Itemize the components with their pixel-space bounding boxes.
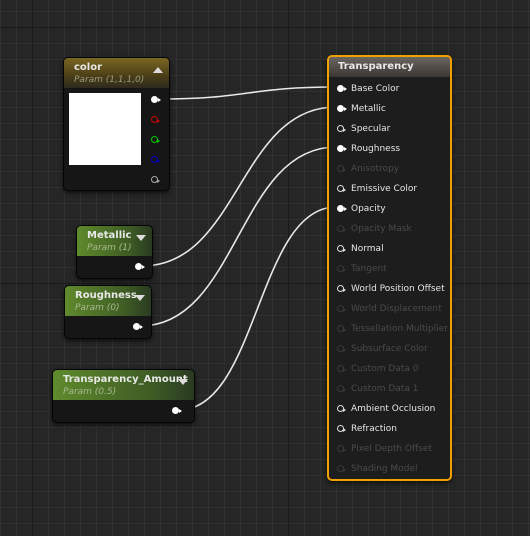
output-pin-icon[interactable] xyxy=(172,407,182,414)
color-preview xyxy=(69,93,141,165)
input-pin-icon[interactable] xyxy=(337,445,346,452)
expand-arrow-icon[interactable] xyxy=(136,235,146,241)
output-pin-icon[interactable] xyxy=(133,323,143,330)
input-pin-icon[interactable] xyxy=(337,145,347,152)
input-pin-label: Refraction xyxy=(351,424,397,434)
input-pin-icon[interactable] xyxy=(337,325,346,332)
node-subtitle: Param (1) xyxy=(87,243,132,253)
expand-arrow-icon[interactable] xyxy=(135,295,145,301)
input-pin-label: Opacity Mask xyxy=(351,224,412,234)
input-pin-icon[interactable] xyxy=(337,165,346,172)
node-header: Metallic Param (1) xyxy=(77,226,152,256)
node-subtitle: Param (0.5) xyxy=(63,387,117,397)
input-pin-icon[interactable] xyxy=(337,385,346,392)
input-pin-label: Custom Data 1 xyxy=(351,384,419,394)
input-pin-icon[interactable] xyxy=(337,125,346,132)
node-title: Metallic xyxy=(87,230,132,241)
output-pin-r-icon[interactable] xyxy=(151,116,160,123)
input-pin-label: World Position Offset xyxy=(351,284,445,294)
input-pin-label: Normal xyxy=(351,244,384,254)
input-pin-label: Subsurface Color xyxy=(351,344,428,354)
input-pin-icon[interactable] xyxy=(337,265,346,272)
input-pin-label: Roughness xyxy=(351,144,401,154)
node-title: Roughness xyxy=(75,290,137,301)
input-pin-label: Tessellation Multiplier xyxy=(351,324,448,334)
node-header: Transparency_Amount Param (0.5) xyxy=(53,370,194,400)
input-pin-label: Pixel Depth Offset xyxy=(351,444,432,454)
input-pin-icon[interactable] xyxy=(337,245,346,252)
wire-color[interactable] xyxy=(159,86,337,100)
node-subtitle: Param (1,1,1,0) xyxy=(74,75,145,85)
input-pin-label: Shading Model xyxy=(351,464,418,474)
input-pin-label: Anisotropy xyxy=(351,164,400,174)
node-header: color Param (1,1,1,0) xyxy=(64,58,169,88)
input-pin-icon[interactable] xyxy=(337,345,346,352)
input-pin-icon[interactable] xyxy=(337,465,346,472)
color-param-node[interactable]: color Param (1,1,1,0) xyxy=(63,57,170,191)
output-pin-icon[interactable] xyxy=(135,263,145,270)
output-pin-a-icon[interactable] xyxy=(151,176,160,183)
expand-arrow-icon[interactable] xyxy=(178,379,188,385)
node-title: color xyxy=(74,62,103,73)
input-pin-icon[interactable] xyxy=(337,85,347,92)
input-pin-icon[interactable] xyxy=(337,305,346,312)
input-pin-icon[interactable] xyxy=(337,365,346,372)
output-pin-b-icon[interactable] xyxy=(151,156,160,163)
wire-metallic[interactable] xyxy=(141,106,337,267)
input-pin-label: World Displacement xyxy=(351,304,442,314)
node-header: Roughness Param (0) xyxy=(65,286,151,316)
input-pin-icon[interactable] xyxy=(337,105,347,112)
node-header: Transparency xyxy=(329,57,450,77)
node-title: Transparency xyxy=(338,61,414,72)
input-pin-icon[interactable] xyxy=(337,405,346,412)
node-subtitle: Param (0) xyxy=(75,303,120,313)
transparency-amount-param-node[interactable]: Transparency_Amount Param (0.5) xyxy=(52,369,195,423)
input-pin-icon[interactable] xyxy=(337,185,346,192)
input-pin-label: Specular xyxy=(351,124,391,134)
roughness-param-node[interactable]: Roughness Param (0) xyxy=(64,285,152,339)
collapse-arrow-icon[interactable] xyxy=(153,67,163,73)
output-pin-g-icon[interactable] xyxy=(151,136,160,143)
material-output-node[interactable]: Transparency Base Color Metallic Specular R… xyxy=(327,55,452,481)
input-pin-label: Opacity xyxy=(351,204,386,214)
metallic-param-node[interactable]: Metallic Param (1) xyxy=(76,225,153,279)
input-pin-icon[interactable] xyxy=(337,225,346,232)
input-pin-icon[interactable] xyxy=(337,205,347,212)
node-title: Transparency_Amount xyxy=(63,374,188,385)
output-pin-rgb-icon[interactable] xyxy=(151,96,161,103)
input-pin-label: Base Color xyxy=(351,84,400,94)
input-pin-label: Custom Data 0 xyxy=(351,364,419,374)
input-pin-label: Metallic xyxy=(351,104,386,114)
input-pin-label: Ambient Occlusion xyxy=(351,404,436,414)
input-pin-icon[interactable] xyxy=(337,285,346,292)
input-pin-label: Tangent xyxy=(351,264,387,274)
input-pin-icon[interactable] xyxy=(337,425,346,432)
input-pin-label: Emissive Color xyxy=(351,184,418,194)
